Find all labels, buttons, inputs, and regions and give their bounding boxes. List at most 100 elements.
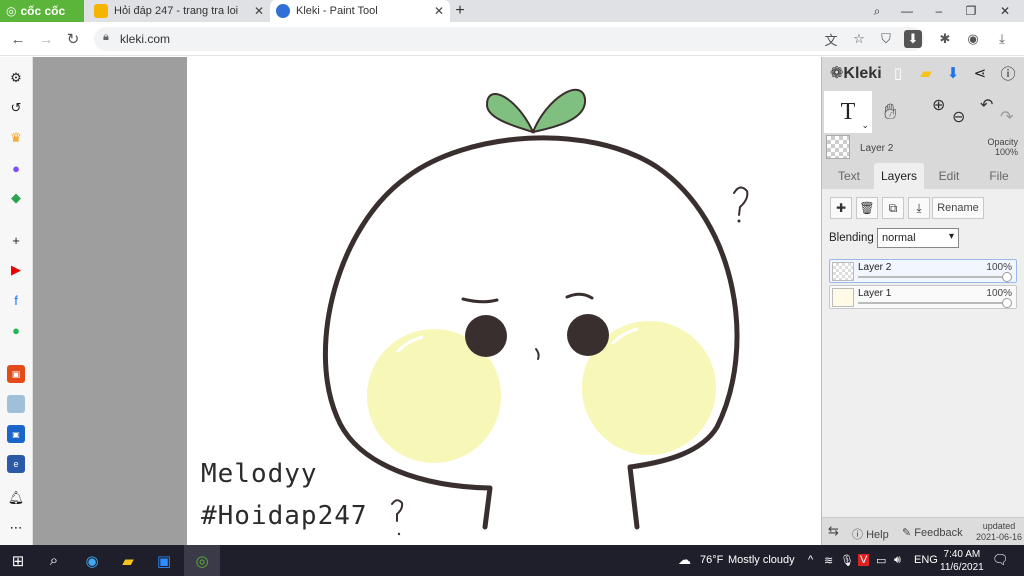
zoom-out-icon[interactable]: ⊖ bbox=[952, 107, 965, 127]
delete-layer-trash-icon[interactable]: 🗑︎ bbox=[856, 197, 878, 219]
merge-layer-icon[interactable]: ⤓ bbox=[908, 197, 930, 219]
profile-icon[interactable]: ◉ bbox=[964, 30, 982, 48]
save-download-icon[interactable]: ⬇ bbox=[943, 63, 963, 83]
opacity-indicator: Opacity 100% bbox=[987, 137, 1018, 157]
weather-text[interactable]: Mostly cloudy bbox=[728, 554, 795, 566]
file-explorer-icon[interactable]: ▰ bbox=[110, 545, 146, 576]
translate-icon[interactable]: 文 bbox=[822, 30, 840, 48]
kleki-favicon-icon bbox=[276, 4, 290, 18]
zoom-app-icon[interactable]: ▣ bbox=[146, 545, 182, 576]
messenger-icon[interactable]: ● bbox=[7, 159, 25, 177]
chevron-down-icon: ▾ bbox=[948, 231, 954, 242]
vpn-icon[interactable]: V bbox=[858, 554, 870, 566]
tab-layers[interactable]: Layers bbox=[874, 163, 924, 189]
windows-taskbar: ⊞ ⌕ ◉ ▰ ▣ ◎ ☁ 76°F Mostly cloudy ^ ≋ 🎙︎ … bbox=[0, 545, 1024, 576]
add-layer-button[interactable]: ✚ bbox=[830, 197, 852, 219]
more-options-icon[interactable]: ⋯ bbox=[7, 519, 25, 537]
network-icon[interactable]: ▭ bbox=[876, 554, 886, 567]
windows-start-icon[interactable]: ⊞ bbox=[0, 545, 36, 576]
spotify-icon[interactable]: ● bbox=[7, 321, 25, 339]
window-close-button[interactable]: ✕ bbox=[990, 0, 1020, 22]
extensions-icon[interactable]: ✱ bbox=[936, 30, 954, 48]
rename-layer-button[interactable]: Rename bbox=[932, 197, 984, 219]
feedback-button[interactable]: ✎ Feedback bbox=[902, 526, 963, 539]
notification-bell-icon[interactable]: 🔔︎ bbox=[7, 489, 25, 507]
swap-sides-icon[interactable]: ⇆ bbox=[828, 523, 839, 539]
crown-icon[interactable]: ♛ bbox=[7, 129, 25, 147]
drawing-canvas[interactable]: Melodyy #Hoidap247 bbox=[187, 57, 821, 545]
shield-icon[interactable]: ⛉ bbox=[877, 30, 895, 48]
window-minimize-button[interactable]: ‒ bbox=[924, 0, 954, 22]
add-shortcut-icon[interactable]: + bbox=[7, 231, 25, 249]
reload-icon[interactable]: ↻ bbox=[63, 29, 83, 49]
new-file-icon[interactable]: ▯ bbox=[888, 63, 908, 83]
blending-label: Blending bbox=[829, 232, 874, 244]
current-layer-thumbnail bbox=[826, 135, 850, 159]
youtube-icon[interactable]: ▶ bbox=[7, 261, 25, 279]
layer-opacity-slider[interactable] bbox=[858, 276, 1008, 278]
tab-hoidap247[interactable]: Hỏi đáp 247 - trang tra loi ✕ bbox=[88, 0, 270, 22]
bookmark-star-icon[interactable]: ☆ bbox=[850, 30, 868, 48]
microphone-icon[interactable]: 🎙︎ bbox=[840, 554, 854, 567]
slider-handle[interactable] bbox=[1002, 298, 1012, 308]
help-icon[interactable]: ⓘ bbox=[998, 63, 1018, 83]
app-shortcut-icon[interactable] bbox=[7, 395, 25, 413]
redo-icon[interactable]: ↷ bbox=[1000, 107, 1013, 127]
clock[interactable]: 7:40 AM 11/6/2021 bbox=[940, 548, 984, 574]
canvas-text-hashtag: #Hoidap247 bbox=[201, 501, 368, 531]
help-button[interactable]: ⓘ Help bbox=[852, 526, 889, 542]
tab-search-icon[interactable]: ⌕ bbox=[862, 0, 892, 22]
coccoc-taskbar-icon[interactable]: ◎ bbox=[184, 545, 220, 576]
downloads-tray-icon[interactable]: ⤓ bbox=[993, 30, 1011, 48]
download-icon[interactable]: ⬇ bbox=[904, 30, 922, 48]
close-tab-icon[interactable]: ✕ bbox=[254, 4, 264, 18]
forward-arrow-icon[interactable]: → bbox=[36, 29, 56, 49]
edge-browser-icon[interactable]: ◉ bbox=[74, 545, 110, 576]
text-tool-button[interactable]: T ⌄ bbox=[824, 91, 872, 133]
notifications-icon[interactable]: 🗨︎ bbox=[992, 552, 1009, 568]
blending-mode-select[interactable]: normal ▾ bbox=[877, 228, 959, 248]
coccoc-menu-button[interactable]: ◎ cốc cốc bbox=[0, 0, 84, 22]
hand-tool-icon[interactable]: ✋︎ bbox=[884, 99, 897, 125]
layer-row-layer-1[interactable]: Layer 1 100% bbox=[829, 285, 1017, 309]
close-tab-icon[interactable]: ✕ bbox=[434, 4, 444, 18]
feedback-icon: ✎ bbox=[902, 527, 915, 539]
layer-opacity-slider[interactable] bbox=[858, 302, 1008, 304]
zoom-in-icon[interactable]: ⊕ bbox=[932, 95, 945, 115]
language-indicator[interactable]: ENG bbox=[914, 554, 938, 566]
volume-icon[interactable]: 🔊︎ bbox=[894, 554, 901, 567]
facebook-icon[interactable]: f bbox=[7, 291, 25, 309]
tab-title: Kleki - Paint Tool bbox=[296, 5, 378, 17]
game-controller-icon[interactable]: ◆ bbox=[7, 189, 25, 207]
kleki-logo[interactable]: ❁Kleki bbox=[830, 63, 882, 83]
tab-text[interactable]: Text bbox=[826, 163, 872, 189]
shopee-icon[interactable]: ▣ bbox=[7, 365, 25, 383]
window-restore-button[interactable]: ❐ bbox=[956, 0, 986, 22]
minimize-icon[interactable]: — bbox=[892, 0, 922, 22]
weather-cloud-icon: ☁ bbox=[678, 552, 691, 567]
weather-temp[interactable]: 76°F bbox=[700, 554, 723, 566]
tab-kleki[interactable]: Kleki - Paint Tool ✕ bbox=[270, 0, 450, 22]
tiki-icon[interactable]: ▣ bbox=[7, 425, 25, 443]
app-shortcut-icon[interactable]: e bbox=[7, 455, 25, 473]
address-bar[interactable]: 🔒︎ kleki.com bbox=[94, 27, 924, 51]
new-tab-button[interactable]: + bbox=[452, 0, 468, 22]
search-icon[interactable]: ⌕ bbox=[36, 545, 72, 576]
settings-gear-icon[interactable]: ⚙ bbox=[7, 69, 25, 87]
undo-icon[interactable]: ↶ bbox=[980, 95, 993, 115]
help-circle-icon: ⓘ bbox=[852, 529, 867, 541]
back-arrow-icon[interactable]: ← bbox=[8, 29, 28, 49]
url-text: kleki.com bbox=[120, 32, 171, 46]
duplicate-layer-icon[interactable]: ⧉ bbox=[882, 197, 904, 219]
history-icon[interactable]: ↺ bbox=[7, 99, 25, 117]
layer-name: Layer 2 bbox=[858, 262, 892, 273]
canvas-background bbox=[33, 57, 187, 545]
wifi-icon[interactable]: ≋ bbox=[824, 554, 833, 567]
open-folder-icon[interactable]: ▰ bbox=[916, 63, 936, 83]
show-hidden-icons-icon[interactable]: ^ bbox=[808, 554, 813, 566]
layer-row-layer-2[interactable]: Layer 2 100% bbox=[829, 259, 1017, 283]
slider-handle[interactable] bbox=[1002, 272, 1012, 282]
tab-file[interactable]: File bbox=[976, 163, 1022, 189]
tab-edit[interactable]: Edit bbox=[926, 163, 972, 189]
share-icon[interactable]: ⋖ bbox=[970, 63, 990, 83]
